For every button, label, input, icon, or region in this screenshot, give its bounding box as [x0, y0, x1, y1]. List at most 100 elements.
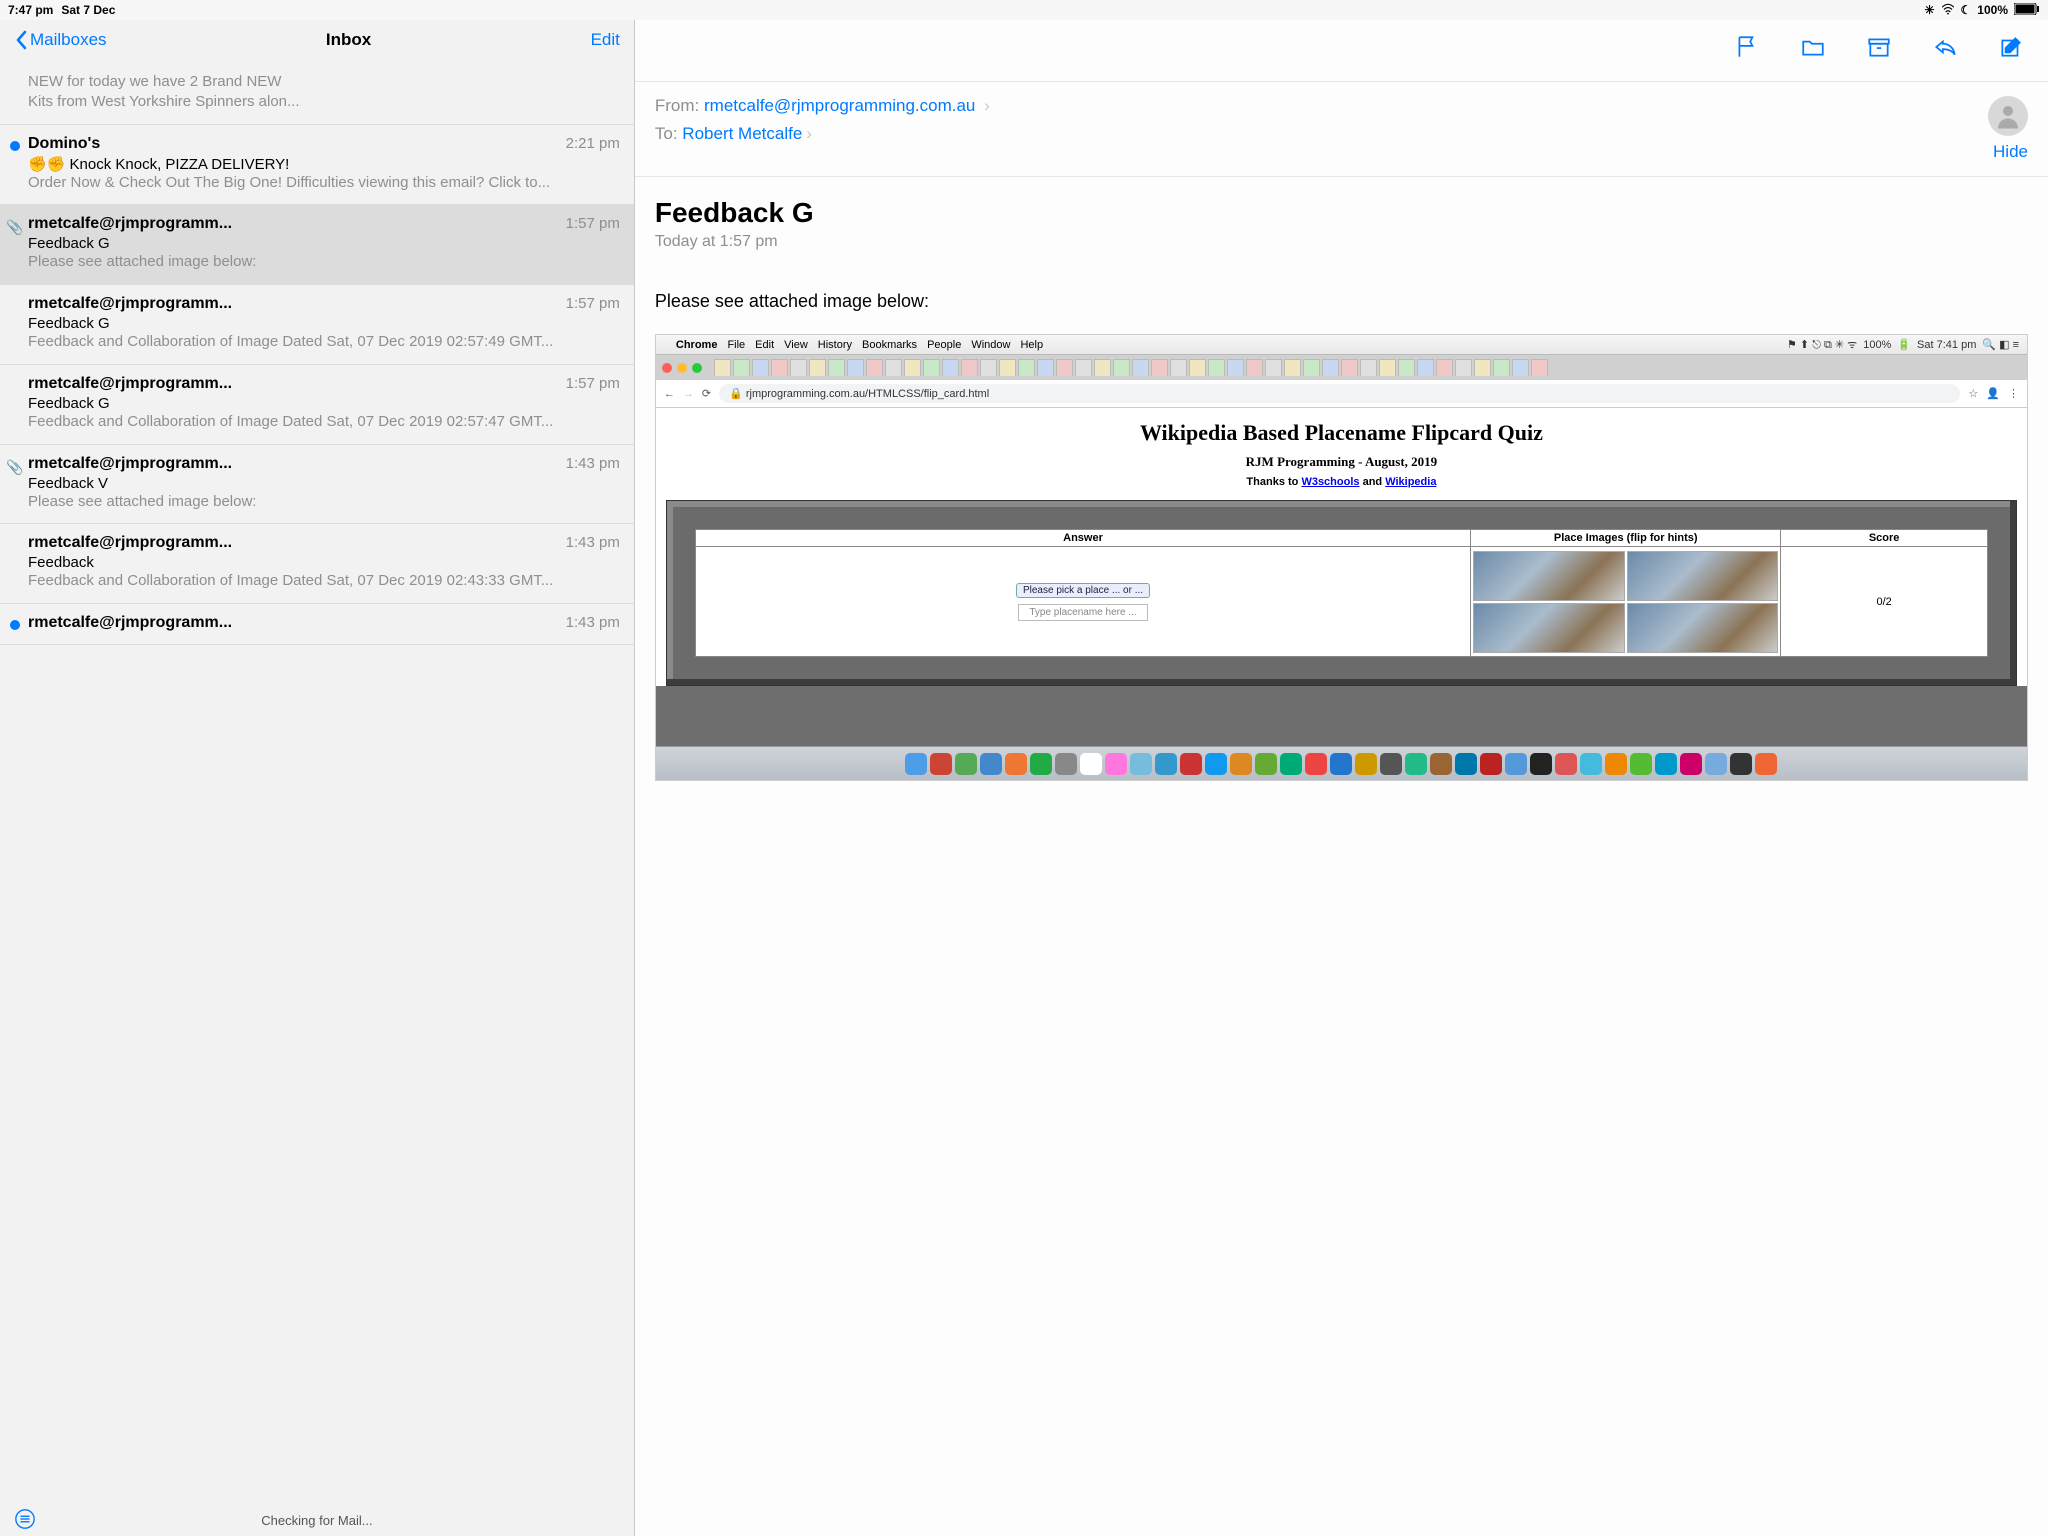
- th-score: Score: [1781, 530, 1988, 547]
- dock-app-icon: [1055, 753, 1077, 775]
- menubar-item: People: [927, 339, 961, 351]
- dock-app-icon: [1405, 753, 1427, 775]
- mail-item[interactable]: rmetcalfe@rjmprogramm...1:57 pmFeedback …: [0, 285, 634, 365]
- edit-button[interactable]: Edit: [591, 30, 620, 50]
- mail-sender: rmetcalfe@rjmprogramm...: [28, 534, 232, 552]
- dock-app-icon: [1080, 753, 1102, 775]
- mail-item[interactable]: 📎rmetcalfe@rjmprogramm...1:43 pmFeedback…: [0, 445, 634, 525]
- menubar-item: Edit: [755, 339, 774, 351]
- attachment-clip-icon: 📎: [6, 459, 23, 476]
- to-name[interactable]: Robert Metcalfe: [682, 124, 802, 144]
- reload-icon: ⟳: [702, 387, 711, 400]
- mail-subject: Feedback G: [28, 395, 620, 412]
- browser-tab: [1360, 359, 1377, 376]
- browser-tab: [1265, 359, 1282, 376]
- mail-time: 1:57 pm: [566, 375, 620, 392]
- browser-tab: [1151, 359, 1168, 376]
- browser-tab: [1227, 359, 1244, 376]
- mail-sender: Domino's: [28, 135, 100, 153]
- status-spinner-icon: ✳︎: [1924, 3, 1934, 17]
- nav-back-icon: ←: [664, 388, 675, 400]
- score-cell: 0/2: [1781, 547, 1988, 657]
- battery-percent: 100%: [1977, 3, 2008, 17]
- mail-subject: Feedback: [28, 554, 620, 571]
- chrome-urlbar: ← → ⟳ 🔒 rjmprogramming.com.au/HTMLCSS/fl…: [656, 380, 2027, 408]
- browser-tab: [1398, 359, 1415, 376]
- flag-button[interactable]: [1734, 34, 1760, 65]
- mail-preview: Feedback and Collaboration of Image Date…: [28, 413, 620, 432]
- browser-tab: [1493, 359, 1510, 376]
- menubar-item: Bookmarks: [862, 339, 917, 351]
- dock-app-icon: [1205, 753, 1227, 775]
- chevron-right-icon[interactable]: ›: [984, 96, 990, 115]
- unread-dot-icon: [10, 620, 20, 630]
- mail-preview: Please see attached image below:: [28, 253, 620, 272]
- compose-button[interactable]: [1998, 34, 2024, 65]
- dock-app-icon: [1680, 753, 1702, 775]
- th-answer: Answer: [695, 530, 1470, 547]
- url-text: rjmprogramming.com.au/HTMLCSS/flip_card.…: [746, 388, 989, 400]
- mail-time: 1:57 pm: [566, 295, 620, 312]
- browser-tab: [1417, 359, 1434, 376]
- mail-item[interactable]: rmetcalfe@rjmprogramm...1:57 pmFeedback …: [0, 365, 634, 445]
- dock-app-icon: [1355, 753, 1377, 775]
- hide-button[interactable]: Hide: [1993, 142, 2028, 162]
- dock-app-icon: [1480, 753, 1502, 775]
- archive-button[interactable]: [1866, 34, 1892, 65]
- browser-tab: [1322, 359, 1339, 376]
- dock-app-icon: [1705, 753, 1727, 775]
- mail-sender: rmetcalfe@rjmprogramm...: [28, 215, 232, 233]
- menubar-item: File: [727, 339, 745, 351]
- attachment-image[interactable]: ChromeFileEditViewHistoryBookmarksPeople…: [655, 334, 2028, 781]
- menubar-item: Chrome: [676, 339, 718, 351]
- chevron-right-icon[interactable]: ›: [806, 124, 812, 144]
- mail-time: 1:57 pm: [566, 215, 620, 232]
- mac-dock: [656, 746, 2027, 780]
- dock-app-icon: [1730, 753, 1752, 775]
- dock-app-icon: [1430, 753, 1452, 775]
- browser-tab: [1455, 359, 1472, 376]
- dock-app-icon: [930, 753, 952, 775]
- mail-time: 1:43 pm: [566, 455, 620, 472]
- back-to-mailboxes-button[interactable]: Mailboxes: [14, 30, 107, 50]
- mail-subject: Feedback G: [28, 315, 620, 332]
- th-images: Place Images (flip for hints): [1471, 530, 1781, 547]
- unread-dot-icon: [10, 141, 20, 151]
- dock-app-icon: [1330, 753, 1352, 775]
- mail-item[interactable]: rmetcalfe@rjmprogramm...1:43 pm: [0, 604, 634, 645]
- browser-tab: [790, 359, 807, 376]
- avatar[interactable]: [1988, 96, 2028, 136]
- browser-tab: [1189, 359, 1206, 376]
- page-h2: RJM Programming - August, 2019: [666, 454, 2017, 470]
- status-time: 7:47 pm: [8, 3, 53, 17]
- filter-icon[interactable]: [14, 1508, 36, 1533]
- dock-app-icon: [905, 753, 927, 775]
- sidebar-title: Inbox: [107, 30, 591, 50]
- dock-app-icon: [1005, 753, 1027, 775]
- reply-button[interactable]: [1932, 34, 1958, 65]
- browser-tab: [1246, 359, 1263, 376]
- message-subject: Feedback G: [655, 197, 2028, 229]
- mail-list[interactable]: NEW for today we have 2 Brand NEWKits fr…: [0, 62, 634, 1505]
- mac-menubar: ChromeFileEditViewHistoryBookmarksPeople…: [656, 335, 2027, 355]
- dock-app-icon: [1305, 753, 1327, 775]
- browser-tab: [1531, 359, 1548, 376]
- message-date: Today at 1:57 pm: [655, 233, 2028, 251]
- dock-app-icon: [1655, 753, 1677, 775]
- quiz-table: Answer Place Images (flip for hints) Sco…: [695, 529, 1988, 657]
- folder-button[interactable]: [1800, 34, 1826, 65]
- mail-item[interactable]: 📎rmetcalfe@rjmprogramm...1:57 pmFeedback…: [0, 205, 634, 285]
- mail-sender: rmetcalfe@rjmprogramm...: [28, 614, 232, 632]
- browser-tab: [714, 359, 731, 376]
- from-address[interactable]: rmetcalfe@rjmprogramming.com.au: [704, 96, 975, 115]
- mail-item[interactable]: rmetcalfe@rjmprogramm...1:43 pmFeedbackF…: [0, 524, 634, 604]
- browser-tab: [1132, 359, 1149, 376]
- dock-app-icon: [1155, 753, 1177, 775]
- browser-tab: [1113, 359, 1130, 376]
- browser-tab: [866, 359, 883, 376]
- mail-item[interactable]: Domino's2:21 pm✊✊ Knock Knock, PIZZA DEL…: [0, 125, 634, 206]
- mail-preview: Feedback and Collaboration of Image Date…: [28, 572, 620, 591]
- status-date: Sat 7 Dec: [61, 3, 115, 17]
- dock-app-icon: [1130, 753, 1152, 775]
- mail-item[interactable]: NEW for today we have 2 Brand NEWKits fr…: [0, 62, 634, 125]
